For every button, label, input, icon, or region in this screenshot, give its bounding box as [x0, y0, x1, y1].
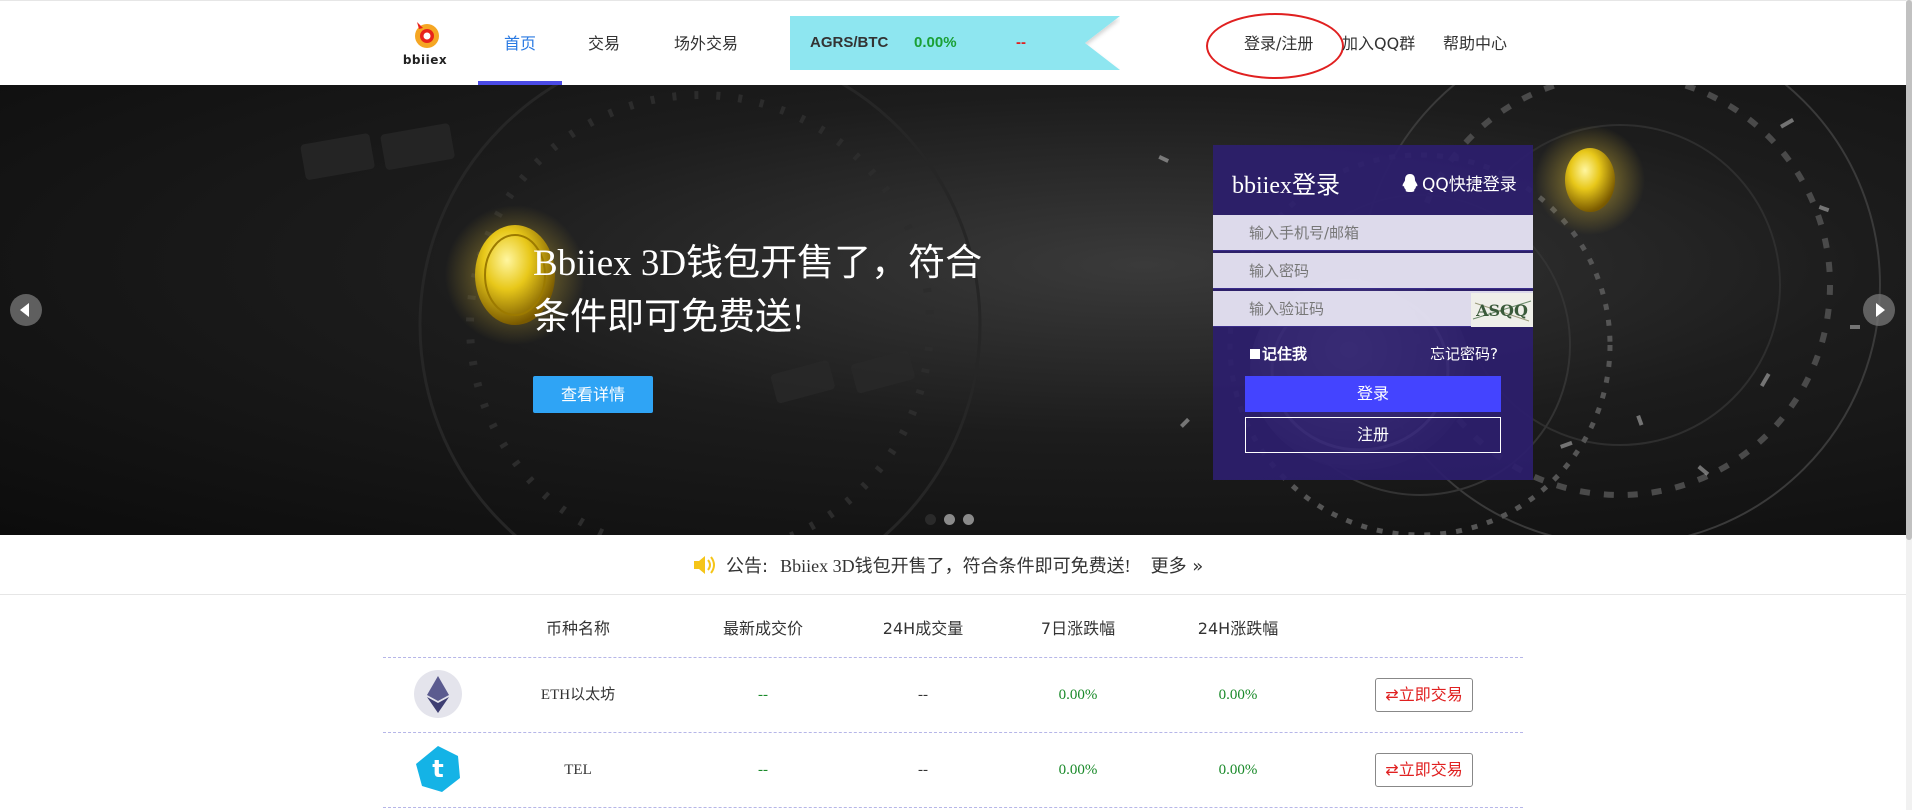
- change-24h: 0.00%: [1218, 762, 1258, 778]
- last-price: --: [758, 687, 768, 703]
- banner-dot-2[interactable]: [944, 514, 955, 525]
- qq-quick-login[interactable]: QQ快捷登录: [1401, 170, 1517, 195]
- join-qq-group-link[interactable]: 加入QQ群: [1342, 1, 1415, 86]
- register-button[interactable]: 注册: [1245, 417, 1501, 453]
- announcement-label: 公告:: [726, 556, 769, 577]
- login-title: bbiiex登录: [1232, 173, 1340, 199]
- forgot-password-link[interactable]: 忘记密码?: [1430, 343, 1498, 364]
- announcement-bar: 公告: Bbiiex 3D钱包开售了，符合条件即可免费送! 更多 »: [0, 535, 1906, 595]
- ticker-price: --: [1016, 34, 1026, 51]
- price-ticker[interactable]: AGRS/BTC 0.00% --: [790, 16, 1120, 70]
- captcha-image[interactable]: ASQQ: [1471, 293, 1533, 327]
- header-coin-name: 币种名称: [545, 619, 610, 638]
- nav-home[interactable]: 首页: [478, 1, 562, 86]
- chevron-left-icon: [20, 303, 29, 317]
- table-row[interactable]: t TEL -- -- 0.00% 0.00% ⇄立即交易: [383, 733, 1523, 808]
- banner-title: Bbiiex 3D钱包开售了，符合条件即可免费送!: [533, 243, 983, 338]
- announcement-text[interactable]: Bbiiex 3D钱包开售了，符合条件即可免费送!: [780, 552, 1131, 578]
- nav-trade[interactable]: 交易: [584, 1, 624, 86]
- scrollbar-thumb[interactable]: [1906, 0, 1912, 540]
- header-24h-change: 24H涨跌幅: [1197, 619, 1279, 638]
- captcha-text: ASQQ: [1475, 301, 1528, 320]
- header-7d-change: 7日涨跌幅: [1040, 619, 1116, 638]
- volume-24h: --: [918, 762, 928, 778]
- hero-banner: Bbiiex 3D钱包开售了，符合条件即可免费送! 查看详情 bbiiex登录 …: [0, 85, 1906, 535]
- market-table-header: 币种名称 最新成交价 24H成交量 7日涨跌幅 24H涨跌幅: [383, 600, 1523, 658]
- change-24h: 0.00%: [1218, 687, 1258, 703]
- banner-pagination: [925, 514, 974, 525]
- speaker-icon: [694, 556, 715, 574]
- phone-email-input[interactable]: [1213, 215, 1533, 251]
- coin-name: TEL: [564, 762, 592, 778]
- help-center-link[interactable]: 帮助中心: [1443, 1, 1507, 86]
- chevron-right-icon: [1876, 303, 1885, 317]
- header-24h-volume: 24H成交量: [882, 619, 964, 638]
- telcoin-icon: t: [416, 746, 460, 792]
- banner-next-button[interactable]: [1863, 294, 1895, 326]
- banner-dot-1[interactable]: [925, 514, 936, 525]
- password-input[interactable]: [1213, 253, 1533, 289]
- trade-now-button[interactable]: ⇄立即交易: [1375, 753, 1473, 787]
- table-row[interactable]: ETH以太坊 -- -- 0.00% 0.00% ⇄立即交易: [383, 658, 1523, 733]
- login-button[interactable]: 登录: [1245, 376, 1501, 412]
- login-register-link[interactable]: 登录/注册: [1244, 1, 1313, 86]
- top-header: bbiiex 首页 交易 场外交易 AGRS/BTC 0.00% -- 登录/注…: [0, 0, 1906, 86]
- change-7d: 0.00%: [1058, 762, 1098, 778]
- banner-prev-button[interactable]: [10, 294, 42, 326]
- ticker-change: 0.00%: [914, 34, 957, 51]
- nav-otc[interactable]: 场外交易: [656, 1, 756, 86]
- logo-icon: [415, 22, 439, 48]
- coin-name: ETH以太坊: [540, 687, 616, 703]
- remember-me-label: 记住我: [1262, 345, 1308, 363]
- market-table: 币种名称 最新成交价 24H成交量 7日涨跌幅 24H涨跌幅 ETH以太坊 --…: [383, 600, 1523, 808]
- qq-penguin-icon: [1402, 173, 1418, 192]
- svg-text:t: t: [432, 755, 443, 783]
- site-logo[interactable]: bbiiex: [397, 17, 453, 69]
- trade-now-button[interactable]: ⇄立即交易: [1375, 678, 1473, 712]
- ticker-pair: AGRS/BTC: [810, 34, 889, 51]
- more-announcements-link[interactable]: 更多 »: [1151, 552, 1204, 578]
- remember-me-checkbox[interactable]: 记住我: [1250, 343, 1307, 364]
- qq-login-label: QQ快捷登录: [1422, 175, 1517, 195]
- view-details-button[interactable]: 查看详情: [533, 376, 653, 413]
- login-panel: bbiiex登录 QQ快捷登录 ASQQ 记住我 忘记密码? 登录 注册: [1213, 145, 1533, 480]
- page-scrollbar[interactable]: [1906, 0, 1912, 810]
- volume-24h: --: [918, 687, 928, 703]
- logo-text: bbiiex: [402, 53, 448, 67]
- header-last-price: 最新成交价: [722, 619, 803, 638]
- checkbox-square: [1250, 348, 1260, 359]
- change-7d: 0.00%: [1058, 687, 1098, 703]
- last-price: --: [758, 762, 768, 778]
- ethereum-icon: [414, 670, 462, 718]
- banner-dot-3[interactable]: [963, 514, 974, 525]
